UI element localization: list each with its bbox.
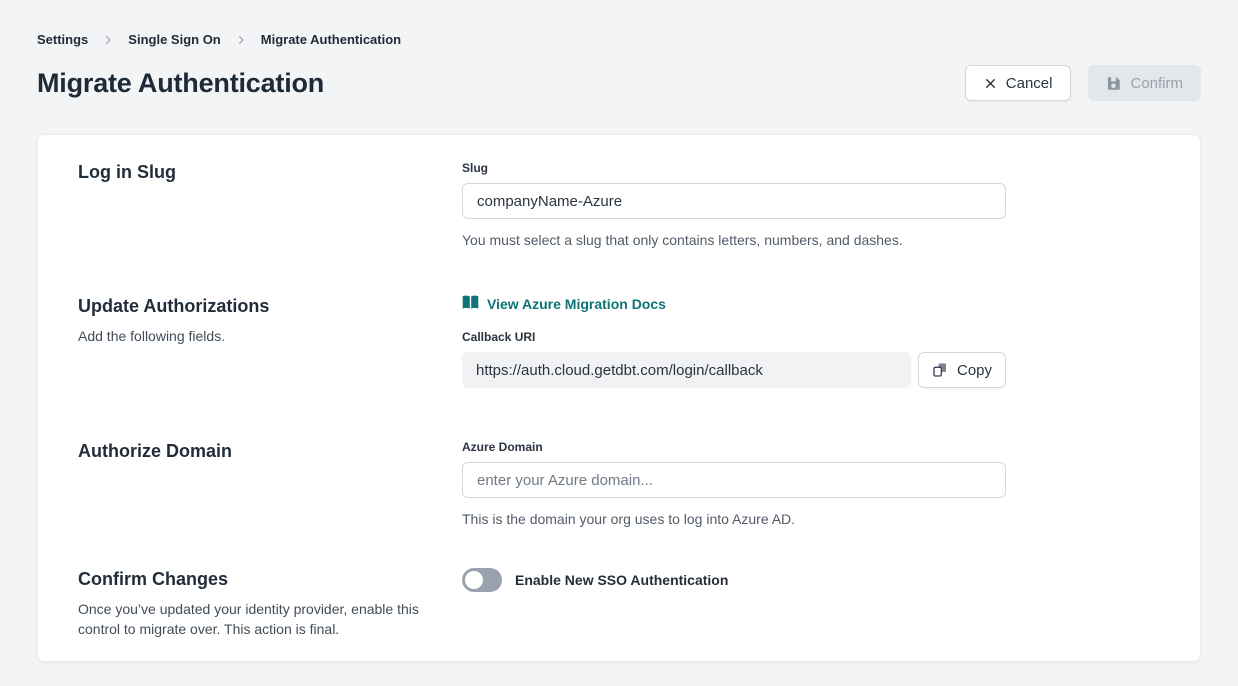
enable-sso-toggle[interactable] <box>462 568 502 592</box>
cancel-button[interactable]: Cancel <box>965 65 1072 101</box>
update-authorizations-heading: Update Authorizations <box>78 295 432 317</box>
breadcrumb: Settings Single Sign On Migrate Authenti… <box>37 32 1201 47</box>
toggle-knob <box>465 571 483 589</box>
login-slug-heading: Log in Slug <box>78 161 432 183</box>
book-icon <box>462 295 479 313</box>
authorize-domain-heading: Authorize Domain <box>78 440 432 462</box>
page-header: Migrate Authentication Cancel Confirm <box>37 65 1201 101</box>
azure-domain-label: Azure Domain <box>462 440 1006 454</box>
view-azure-migration-docs-link[interactable]: View Azure Migration Docs <box>462 295 666 313</box>
slug-helper-text: You must select a slug that only contain… <box>462 232 1006 249</box>
confirm-label: Confirm <box>1130 75 1183 92</box>
copy-button[interactable]: Copy <box>918 352 1006 388</box>
slug-label: Slug <box>462 161 1006 175</box>
update-authorizations-description: Add the following fields. <box>78 326 430 346</box>
enable-sso-toggle-label: Enable New SSO Authentication <box>515 572 728 588</box>
header-actions: Cancel Confirm <box>965 65 1201 101</box>
callback-uri-field[interactable]: https://auth.cloud.getdbt.com/login/call… <box>462 352 911 388</box>
docs-link-label: View Azure Migration Docs <box>487 296 666 312</box>
breadcrumb-settings[interactable]: Settings <box>37 32 88 47</box>
section-login-slug: Log in Slug Slug You must select a slug … <box>78 161 1160 249</box>
save-icon <box>1106 76 1121 91</box>
cancel-label: Cancel <box>1006 75 1053 92</box>
confirm-changes-description: Once you’ve updated your identity provid… <box>78 599 430 639</box>
page: Settings Single Sign On Migrate Authenti… <box>0 32 1238 662</box>
section-update-authorizations: Update Authorizations Add the following … <box>78 295 1160 388</box>
chevron-right-icon <box>102 34 114 46</box>
callback-uri-row: https://auth.cloud.getdbt.com/login/call… <box>462 352 1006 388</box>
slug-input[interactable] <box>462 183 1006 219</box>
confirm-changes-heading: Confirm Changes <box>78 568 432 590</box>
section-authorize-domain: Authorize Domain Azure Domain This is th… <box>78 440 1160 528</box>
sso-toggle-row: Enable New SSO Authentication <box>462 568 1006 592</box>
breadcrumb-current: Migrate Authentication <box>261 32 401 47</box>
section-confirm-changes: Confirm Changes Once you’ve updated your… <box>78 568 1160 639</box>
page-title: Migrate Authentication <box>37 68 324 99</box>
chevron-right-icon <box>235 34 247 46</box>
confirm-button[interactable]: Confirm <box>1088 65 1201 101</box>
copy-icon <box>932 362 948 378</box>
callback-uri-label: Callback URI <box>462 330 1006 344</box>
azure-domain-helper-text: This is the domain your org uses to log … <box>462 511 1006 528</box>
copy-label: Copy <box>957 362 992 379</box>
settings-card: Log in Slug Slug You must select a slug … <box>37 134 1201 662</box>
x-icon <box>984 77 997 90</box>
breadcrumb-single-sign-on[interactable]: Single Sign On <box>128 32 220 47</box>
azure-domain-input[interactable] <box>462 462 1006 498</box>
